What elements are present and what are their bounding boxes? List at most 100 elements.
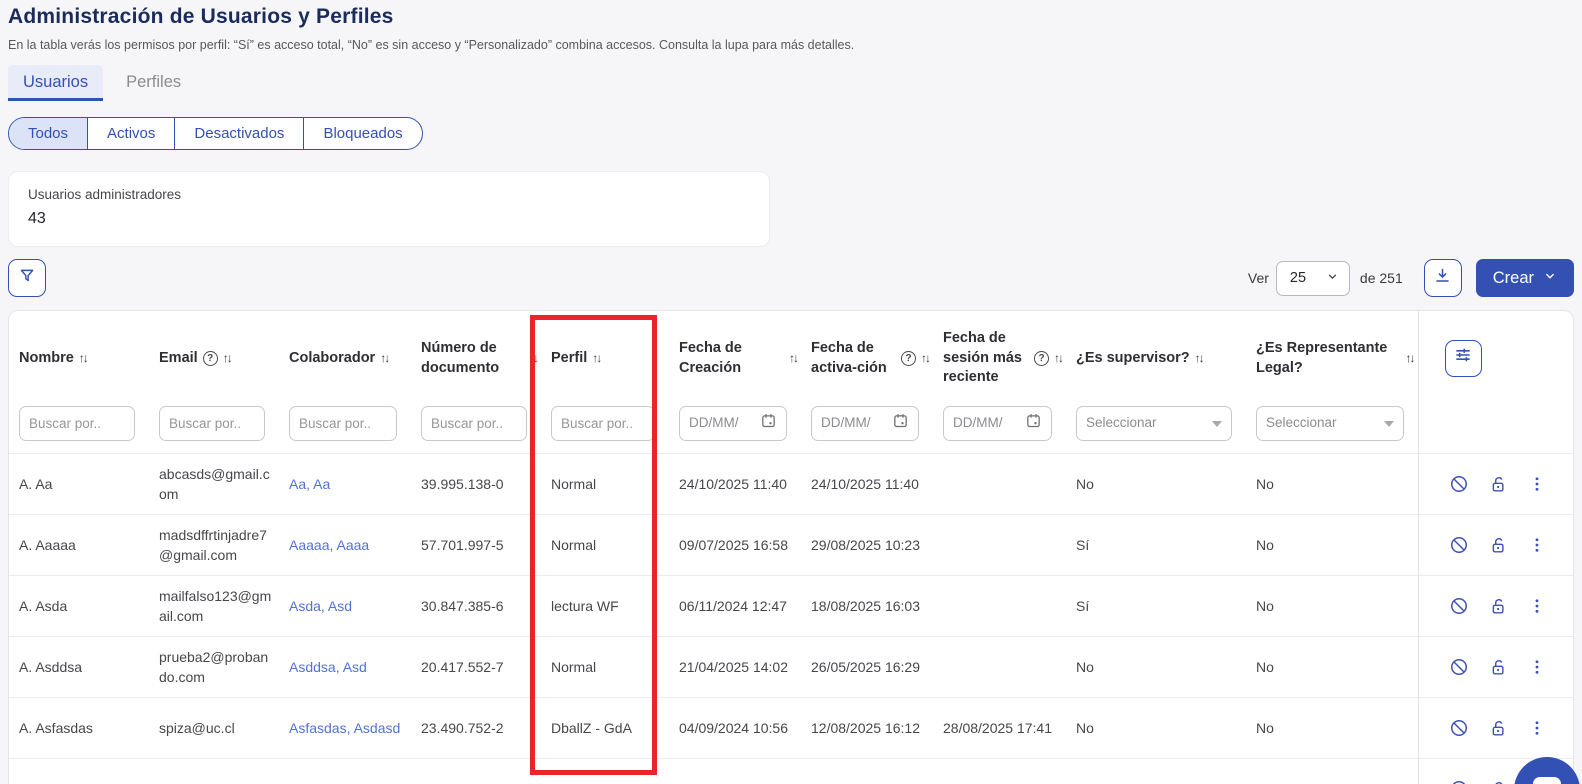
padlock-open-icon[interactable] [1489,658,1508,677]
question-circle-icon[interactable]: ? [901,351,916,366]
cell-actions [1418,515,1574,576]
sort-arrows-icon[interactable]: ↑↓ [79,350,87,366]
cell-fecha_sesion [933,515,1066,576]
create-button-label: Crear [1493,269,1534,288]
question-circle-icon[interactable]: ? [203,351,218,366]
tab-usuarios[interactable]: Usuarios [8,65,103,101]
filter-cell-nombre [9,406,149,454]
padlock-open-icon[interactable] [1489,536,1508,555]
ban-circle-icon[interactable] [1449,718,1469,738]
filter-documento-input[interactable] [421,406,527,441]
question-circle-icon[interactable]: ? [1034,351,1049,366]
sort-arrows-icon[interactable]: ↑↓ [1406,350,1414,366]
sort-arrows-icon[interactable]: ↑↓ [789,350,797,366]
filter-fecha_sesion-date-input[interactable]: DD/MM/ [943,406,1052,441]
kebab-menu-icon[interactable] [1528,658,1546,676]
sort-arrows-icon[interactable]: ↑↓ [592,350,600,366]
sort-arrows-icon[interactable]: ↑↓ [1195,350,1203,366]
date-placeholder: DD/MM/ [821,414,871,432]
kebab-menu-icon[interactable] [1528,475,1546,493]
cell-email: madsdffrtinjadre7@gmail.com [149,515,279,576]
cell-nombre: A. Asda [9,576,149,637]
ban-circle-icon[interactable] [1449,657,1469,677]
colaborador-link[interactable]: Asda, Asd [289,598,352,614]
calendar-icon[interactable] [1025,412,1042,436]
cell-perfil [541,759,669,784]
download-button[interactable] [1424,259,1462,297]
table-row: A. Asdamailfalso123@gmail.comAsda, Asd30… [9,576,1574,637]
cell-fecha_creacion: 24/10/2025 11:40 [669,454,801,515]
tab-perfiles[interactable]: Perfiles [111,65,196,101]
create-button[interactable]: Crear [1476,259,1574,297]
page-size-select[interactable]: 25 [1276,261,1350,296]
cell-supervisor: No [1066,637,1246,698]
filter-rep_legal-select[interactable]: Seleccionar [1256,406,1404,441]
cell-documento: 57.701.997-5 [411,515,541,576]
column-settings-button[interactable] [1445,340,1482,377]
cell-fecha_activacion: 12/08/2025 16:12 [801,698,933,759]
cell-fecha_sesion [933,576,1066,637]
colaborador-link[interactable]: Asddsa, Asd [289,659,367,675]
cell-colaborador: Aaaaa, Aaaa [279,515,411,576]
filter-fecha_activacion-date-input[interactable]: DD/MM/ [811,406,919,441]
filter-cell-documento [411,406,541,454]
filter-cell-fecha_creacion: DD/MM/ [669,406,801,454]
colaborador-link[interactable]: Aaaaa, Aaaa [289,537,369,553]
cell-email: abcasds@gmail.com [149,454,279,515]
cell-supervisor: No [1066,698,1246,759]
ban-circle-icon[interactable] [1449,779,1469,784]
padlock-open-icon[interactable] [1489,475,1508,494]
cell-documento: 23.490.752-2 [411,698,541,759]
ban-circle-icon[interactable] [1449,535,1469,555]
cell-supervisor: No [1066,454,1246,515]
filter-button[interactable] [8,259,46,297]
calendar-icon[interactable] [892,412,909,436]
chat-bubble-icon [1533,777,1561,784]
filter-perfil-input[interactable] [551,406,655,441]
kebab-menu-icon[interactable] [1528,536,1546,554]
col-header-rep_legal: ¿Es Representante Legal?↑↓ [1246,311,1418,406]
status-filter-activos[interactable]: Activos [87,118,174,149]
sort-arrows-icon[interactable]: ↑↓ [380,350,388,366]
cell-perfil: Normal [541,515,669,576]
sort-arrows-icon[interactable]: ↑↓ [921,350,929,366]
cell-nombre: A. Asfasdas [9,698,149,759]
filter-nombre-input[interactable] [19,406,135,441]
ban-circle-icon[interactable] [1449,596,1469,616]
kebab-menu-icon[interactable] [1528,719,1546,737]
filter-cell-colaborador [279,406,411,454]
padlock-open-icon[interactable] [1489,719,1508,738]
cell-rep_legal: No [1246,698,1418,759]
status-filter-bloqueados[interactable]: Bloqueados [303,118,421,149]
kebab-menu-icon[interactable] [1528,597,1546,615]
col-header-fecha_creacion: Fecha de Creación↑↓ [669,311,801,406]
chevron-down-icon [1384,421,1394,427]
admin-users-summary-card: Usuarios administradores 43 [8,171,770,247]
cell-actions [1418,454,1574,515]
filter-colaborador-input[interactable] [289,406,397,441]
status-filter-desactivados[interactable]: Desactivados [174,118,303,149]
sort-arrows-icon[interactable]: ↑↓ [1054,350,1062,366]
sort-arrows-icon[interactable]: ↑↓ [529,350,537,366]
filter-fecha_creacion-date-input[interactable]: DD/MM/ [679,406,787,441]
page-subtitle: En la tabla verás los permisos por perfi… [8,38,1574,52]
padlock-open-icon[interactable] [1489,780,1508,784]
colaborador-link[interactable]: Asfasdas, Asdasd [289,720,400,736]
cell-perfil: lectura WF [541,576,669,637]
cell-documento: 30.847.385-6 [411,576,541,637]
filter-supervisor-select[interactable]: Seleccionar [1076,406,1232,441]
padlock-open-icon[interactable] [1489,597,1508,616]
cell-fecha_creacion: 06/11/2024 12:47 [669,576,801,637]
col-header-supervisor: ¿Es supervisor?↑↓ [1066,311,1246,406]
calendar-icon[interactable] [760,412,777,436]
filter-email-input[interactable] [159,406,265,441]
sort-arrows-icon[interactable]: ↑↓ [223,350,231,366]
cell-fecha_sesion: 28/08/2025 17:41 [933,698,1066,759]
ban-circle-icon[interactable] [1449,474,1469,494]
status-filter-todos[interactable]: Todos [9,118,87,149]
colaborador-link[interactable]: Aa, Aa [289,476,330,492]
cell-nombre: A. Aa [9,454,149,515]
table-row: A. Aaaaamadsdffrtinjadre7@gmail.comAaaaa… [9,515,1574,576]
cell-colaborador: Asda, Asd [279,576,411,637]
table-row: A. Asddsaprueba2@probando.comAsddsa, Asd… [9,637,1574,698]
